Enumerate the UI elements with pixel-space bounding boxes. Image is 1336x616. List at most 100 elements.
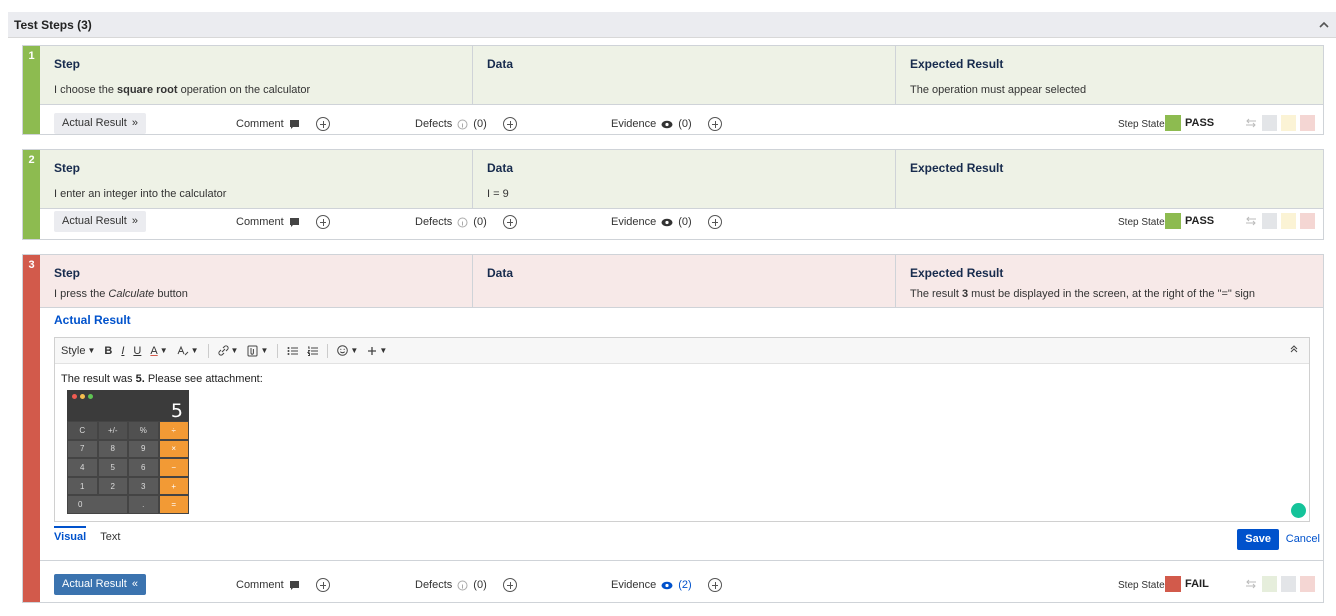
add-defect-icon[interactable] <box>502 215 517 229</box>
insert-more-button[interactable]: ▼ <box>367 346 387 356</box>
defects-action[interactable]: Defects (0) <box>415 117 517 131</box>
text-color-button[interactable]: A ▼ <box>150 345 167 357</box>
state-color-swatch <box>1165 213 1181 229</box>
step-state-label: Step State <box>1118 580 1165 591</box>
text-effects-button[interactable]: ▼ <box>177 345 199 356</box>
step-status-bar: 2 <box>23 150 40 239</box>
calculator-key: 8 <box>97 439 128 459</box>
bold-button[interactable]: B <box>104 345 112 357</box>
actual-result-section: Actual Result Style ▼ B I U A ▼ ▼ ▼ ▼ ▼ ▼ … <box>40 308 1323 561</box>
defects-action[interactable]: Defects (0) <box>415 578 517 592</box>
attachment-button[interactable]: ▼ <box>247 345 268 357</box>
add-comment-icon[interactable] <box>315 117 330 131</box>
actual-result-button[interactable]: Actual Result « <box>54 574 146 595</box>
style-dropdown[interactable]: Style ▼ <box>61 345 95 357</box>
add-evidence-icon[interactable] <box>707 215 722 229</box>
state-pass-button[interactable] <box>1262 213 1277 229</box>
calculator-keypad: C +/- % ÷ 7 8 9 × 4 5 6 − 1 2 3 + 0 . = <box>67 421 189 514</box>
step-heading: Step <box>54 57 81 71</box>
tab-text[interactable]: Text <box>100 526 120 543</box>
state-pass-button[interactable] <box>1262 576 1277 592</box>
comment-action[interactable]: Comment <box>236 117 330 131</box>
step-state-value[interactable]: PASS <box>1185 117 1214 129</box>
chevron-down-icon: ▼ <box>350 346 359 355</box>
defects-action[interactable]: Defects (0) <box>415 215 517 229</box>
actual-result-button[interactable]: Actual Result» <box>54 113 146 134</box>
test-step-1: 1 Step I choose the square root operatio… <box>22 45 1324 135</box>
test-step-2: 2 Step I enter an integer into the calcu… <box>22 149 1324 240</box>
attachment-icon <box>247 345 258 356</box>
add-defect-icon[interactable] <box>502 117 517 131</box>
calculator-key: +/- <box>97 421 128 440</box>
link-button[interactable]: ▼ <box>217 345 239 356</box>
calculator-key: . <box>128 495 159 514</box>
evidence-action[interactable]: Evidence (2) <box>611 578 722 592</box>
step-state-label: Step State <box>1118 217 1165 228</box>
add-comment-icon[interactable] <box>315 578 330 592</box>
evidence-count-link[interactable]: (2) <box>678 579 691 591</box>
state-color-swatch <box>1165 576 1181 592</box>
chevrons-down-icon: » <box>131 117 138 129</box>
evidence-action[interactable]: Evidence (0) <box>611 117 722 131</box>
chevron-down-icon: ▼ <box>190 346 199 355</box>
underline-button[interactable]: U <box>133 345 141 357</box>
calculator-key: 5 <box>97 458 128 477</box>
save-button[interactable]: Save <box>1237 529 1279 550</box>
chevron-down-icon: ▼ <box>159 346 168 355</box>
collapse-toolbar-icon[interactable] <box>1289 344 1299 354</box>
swap-icon[interactable] <box>1244 579 1258 589</box>
cancel-button[interactable]: Cancel <box>1286 533 1320 545</box>
swap-icon[interactable] <box>1244 118 1258 128</box>
comment-action[interactable]: Comment <box>236 578 330 592</box>
step-state-label: Step State <box>1118 119 1165 130</box>
chevrons-down-icon: » <box>131 215 138 227</box>
bullet-list-button[interactable] <box>287 346 299 356</box>
state-fail-button[interactable] <box>1300 213 1315 229</box>
state-todo-button[interactable] <box>1281 213 1296 229</box>
chevron-up-icon[interactable] <box>1318 19 1330 31</box>
calculator-key: − <box>158 458 189 477</box>
test-steps-header[interactable]: Test Steps (3) <box>8 12 1336 38</box>
rich-text-editor[interactable]: Style ▼ B I U A ▼ ▼ ▼ ▼ ▼ ▼ The result was… <box>54 337 1310 522</box>
add-evidence-icon[interactable] <box>707 117 722 131</box>
add-evidence-icon[interactable] <box>707 578 722 592</box>
numbered-list-button[interactable] <box>307 346 319 356</box>
step-state-value[interactable]: FAIL <box>1185 578 1209 590</box>
chevron-down-icon: ▼ <box>230 346 239 355</box>
plus-icon <box>368 346 377 355</box>
italic-button[interactable]: I <box>121 345 124 357</box>
calculator-key: 3 <box>128 476 159 496</box>
state-fail-button[interactable] <box>1300 115 1315 131</box>
chevrons-up-icon: « <box>131 578 138 590</box>
chevron-down-icon: ▼ <box>87 346 96 355</box>
calculator-key: ÷ <box>158 421 189 440</box>
grammarly-icon[interactable] <box>1291 503 1306 518</box>
comment-action[interactable]: Comment <box>236 215 330 229</box>
step-state-value[interactable]: PASS <box>1185 215 1214 227</box>
data-cell: Data <box>473 46 896 105</box>
add-comment-icon[interactable] <box>315 215 330 229</box>
swap-icon[interactable] <box>1244 216 1258 226</box>
actual-result-button[interactable]: Actual Result» <box>54 211 146 232</box>
data-cell: Data <box>473 255 896 308</box>
evidence-action[interactable]: Evidence (0) <box>611 215 722 229</box>
info-icon <box>457 217 468 227</box>
emoji-icon <box>337 345 349 356</box>
step-fields: Step I choose the square root operation … <box>40 46 1323 105</box>
add-defect-icon[interactable] <box>502 578 517 592</box>
step-number: 2 <box>28 154 35 166</box>
step-status-bar: 3 <box>23 255 40 602</box>
state-todo-button[interactable] <box>1281 576 1296 592</box>
state-fail-button[interactable] <box>1300 576 1315 592</box>
emoji-button[interactable]: ▼ <box>337 345 358 356</box>
calculator-key: 7 <box>67 439 98 459</box>
state-todo-button[interactable] <box>1281 115 1296 131</box>
editor-content[interactable]: The result was 5. Please see attachment: <box>61 373 263 385</box>
calculator-key: 4 <box>67 458 98 477</box>
state-color-swatch <box>1165 115 1181 131</box>
calculator-key: 0 <box>67 495 128 514</box>
state-pass-button[interactable] <box>1262 115 1277 131</box>
expected-heading: Expected Result <box>910 161 1004 175</box>
calculator-display: 5 <box>170 400 183 422</box>
tab-visual[interactable]: Visual <box>54 526 87 543</box>
